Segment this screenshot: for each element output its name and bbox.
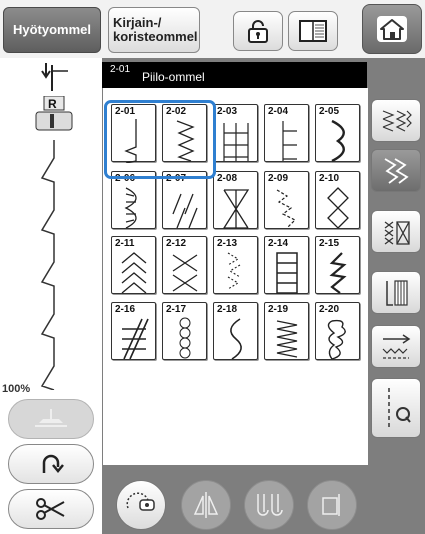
stitch-code: 2-03: [217, 106, 238, 117]
stitch-code: 2-19: [268, 304, 289, 315]
stitch-pattern-icon: [327, 319, 346, 360]
stitch-code: 2-14: [268, 238, 289, 249]
stitch-button[interactable]: 2-15: [315, 236, 360, 294]
stitch-code: 2-12: [166, 238, 187, 249]
stitch-pattern-icon: [121, 252, 147, 294]
stitch-pattern-icon: [179, 317, 191, 359]
home-button[interactable]: [362, 4, 422, 54]
manual-book-icon: [299, 20, 327, 42]
tab-character-decorative[interactable]: Kirjain-/ koristeommel: [108, 7, 200, 53]
foot-pressure-icon: [35, 409, 67, 427]
tab-utility-stitches[interactable]: Hyötyommel: [3, 7, 101, 53]
stitch-button[interactable]: 2-18: [213, 302, 258, 360]
reverse-icon: [42, 454, 64, 473]
stitch-pattern-icon: [276, 252, 298, 294]
presser-foot-r-icon: R: [35, 96, 73, 131]
category-decorative-icon: [384, 220, 410, 245]
category-blind-icon: [384, 157, 409, 184]
single-needle-button[interactable]: [307, 480, 357, 530]
stitch-button[interactable]: 2-16: [111, 302, 156, 360]
stitch-code: 2-10: [319, 173, 340, 184]
stitch-button[interactable]: 2-03: [213, 104, 258, 162]
stitch-pattern-icon: [172, 254, 198, 292]
mirror-icon: [193, 492, 219, 518]
stitch-button[interactable]: 2-06: [111, 171, 156, 229]
stitch-pattern-icon: [331, 119, 345, 163]
category-quilting-q-icon: [388, 388, 411, 428]
category-tapering-icon: [382, 333, 411, 359]
stitch-button[interactable]: 2-14: [264, 236, 309, 294]
stitch-button[interactable]: 2-05: [315, 104, 360, 163]
stitch-button[interactable]: 2-12: [162, 236, 207, 294]
stitch-code: 2-15: [319, 238, 340, 249]
stitch-code: 2-13: [217, 238, 238, 249]
stitch-pattern-icon: [222, 189, 250, 229]
foot-pressure-button[interactable]: [8, 399, 94, 439]
stitch-code: 2-04: [268, 106, 289, 117]
stitch-button[interactable]: 2-19: [264, 302, 309, 360]
category-satin-button[interactable]: [371, 271, 421, 314]
lock-icon: [248, 20, 268, 43]
stitch-code: 2-20: [319, 304, 340, 315]
stitch-button[interactable]: 2-11: [111, 236, 156, 294]
single-needle-icon: [322, 494, 340, 516]
twin-needle-button[interactable]: [244, 480, 294, 530]
reverse-stitch-button[interactable]: [8, 444, 94, 484]
stitch-pattern-icon: [124, 187, 137, 229]
stitch-button[interactable]: 2-08: [213, 171, 258, 229]
stitch-pattern-icon: [172, 193, 198, 229]
stitch-pattern-icon: [329, 252, 347, 294]
stitch-button[interactable]: 2-17: [162, 302, 207, 360]
thread-cutter-button[interactable]: [8, 489, 94, 529]
stitch-code: 2-09: [268, 173, 289, 184]
free-motion-icon: [126, 492, 155, 511]
manual-button[interactable]: [288, 11, 338, 51]
stitch-pattern-icon: [122, 318, 149, 360]
scissors-icon: [36, 498, 65, 520]
stitch-button[interactable]: 2-20: [315, 302, 360, 360]
category-blind-button[interactable]: [371, 149, 421, 192]
stitch-button[interactable]: 2-13: [213, 236, 258, 294]
category-quilting-button[interactable]: [371, 378, 421, 438]
category-satin-icon: [386, 279, 408, 306]
svg-text:R: R: [48, 97, 57, 111]
category-tapering-button[interactable]: [371, 325, 421, 368]
stitch-pattern-icon: [327, 187, 349, 229]
stitch-pattern-icon: [223, 123, 249, 161]
stitch-code: 2-11: [115, 238, 135, 249]
stitch-pattern-icon: [276, 320, 298, 358]
current-stitch-name: Piilo-ommel: [142, 70, 205, 84]
stitch-code: 2-05: [319, 106, 340, 117]
twin-needle-icon: [257, 494, 283, 516]
stitch-info-header: 2-01 Piilo-ommel: [102, 62, 367, 88]
stitch-pattern-icon: [276, 189, 297, 229]
stitch-code: 2-08: [217, 173, 238, 184]
lock-button[interactable]: [233, 11, 283, 51]
stitch-pattern-icon: [282, 121, 297, 161]
stitch-preview: [2, 140, 55, 390]
stitch-pattern-icon: [227, 252, 241, 290]
zoom-level: 100%: [2, 383, 31, 395]
category-basic-button[interactable]: [371, 99, 421, 142]
needle-position-icon: [41, 63, 68, 91]
stitch-button[interactable]: 2-10: [315, 171, 360, 229]
category-decorative-button[interactable]: [371, 210, 421, 253]
current-stitch-code: 2-01: [110, 64, 131, 75]
stitch-button[interactable]: 2-07: [162, 171, 207, 229]
selection-highlight: [104, 100, 216, 179]
stitch-button[interactable]: 2-04: [264, 104, 309, 162]
category-basic-icon: [382, 109, 412, 132]
free-motion-button[interactable]: [116, 480, 166, 530]
stitch-pattern-icon: [230, 318, 242, 360]
stitch-button[interactable]: 2-09: [264, 171, 309, 229]
home-icon: [377, 16, 407, 42]
stitch-code: 2-18: [217, 304, 238, 315]
stitch-code: 2-16: [115, 304, 136, 315]
stitch-code: 2-17: [166, 304, 187, 315]
mirror-button[interactable]: [181, 480, 231, 530]
